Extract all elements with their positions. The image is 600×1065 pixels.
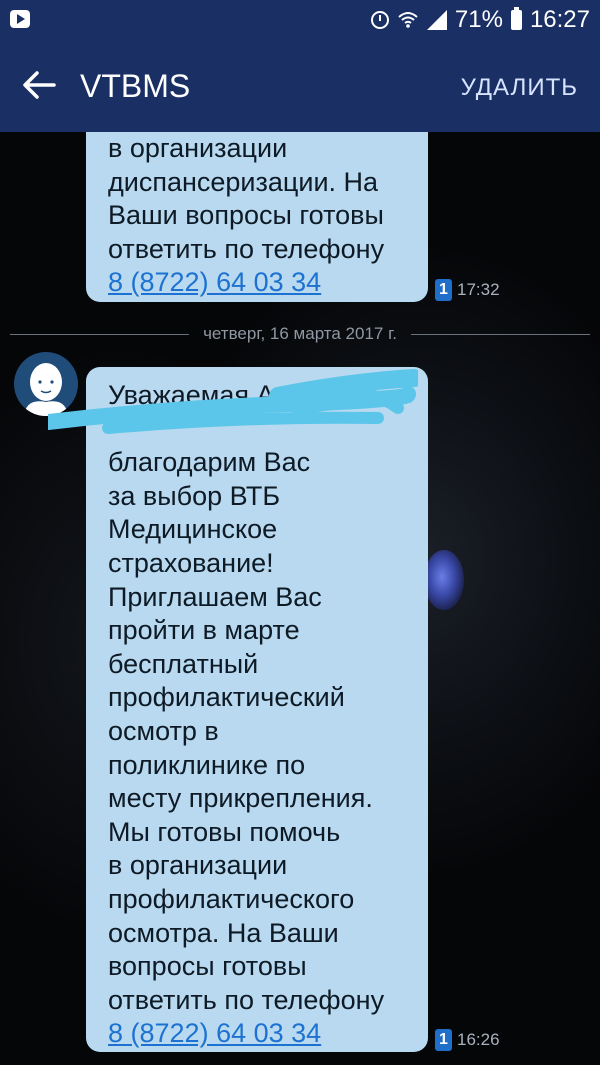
- message-line: осмотра. На Ваши: [108, 917, 339, 948]
- conversation-title: VTBMS: [80, 68, 191, 104]
- message-line: бесплатный: [108, 648, 259, 679]
- message-line: профилактический: [108, 682, 345, 713]
- phone-link[interactable]: 8 (8722) 64 03 34: [108, 1017, 412, 1051]
- message-meta: 1 16:26: [435, 1029, 500, 1051]
- message-line: профилактического: [108, 883, 355, 914]
- message-line: осмотр в: [108, 715, 219, 746]
- sim-badge: 1: [435, 279, 452, 301]
- message-bubble[interactable]: в организации диспансеризации. На Ваши в…: [86, 132, 428, 302]
- signal-icon: [426, 10, 447, 30]
- battery-icon: [510, 7, 522, 30]
- message-line: страхование!: [108, 547, 274, 578]
- message-line: благодарим Вас: [108, 447, 311, 478]
- alarm-icon: [370, 11, 389, 29]
- message-line: ответить по телефону: [108, 984, 385, 1015]
- message-line: пройти в марте: [108, 615, 300, 646]
- message-line: в организации: [108, 850, 288, 881]
- wifi-icon: [398, 12, 418, 28]
- message-line: поликлинике по: [108, 749, 306, 780]
- app-bar: VTBMS УДАЛИТЬ: [0, 40, 600, 132]
- phone-link[interactable]: 8 (8722) 64 03 34: [108, 266, 412, 300]
- sim-badge: 1: [435, 1029, 452, 1051]
- divider-rule: [10, 333, 190, 335]
- delete-button[interactable]: УДАЛИТЬ: [461, 74, 578, 102]
- message-bubble[interactable]: Уважаемая А благодарим Вас за выбор ВТБ …: [86, 367, 428, 1052]
- message-line: ответить по телефону: [108, 233, 385, 264]
- clock: 16:27: [529, 6, 590, 33]
- date-divider: четверг, 16 марта 2017 г.: [10, 322, 590, 346]
- message-time: 17:32: [457, 280, 500, 299]
- message-line: диспансеризации. На: [108, 166, 379, 197]
- message-line: за выбор ВТБ: [108, 480, 281, 511]
- redaction-scribble: [48, 369, 418, 434]
- divider-rule: [410, 333, 590, 335]
- message-line: Приглашаем Вас: [108, 581, 322, 612]
- message-line: вопросы готовы: [108, 951, 307, 982]
- message-line: в организации: [108, 133, 288, 163]
- status-bar: 71% 16:27: [0, 0, 600, 40]
- status-icons: 71% 16:27: [370, 6, 590, 34]
- app-icon: [10, 10, 30, 28]
- message-line: Медицинское: [108, 514, 278, 545]
- message-time: 16:26: [457, 1030, 500, 1049]
- message-line: Мы готовы помочь: [108, 816, 341, 847]
- message-line: месту прикрепления.: [108, 783, 373, 814]
- message-meta: 1 17:32: [435, 279, 500, 301]
- message-line: Ваши вопросы готовы: [108, 200, 384, 231]
- battery-percent: 71%: [454, 6, 503, 33]
- wallpaper-eye: [424, 550, 464, 610]
- date-label: четверг, 16 марта 2017 г.: [203, 324, 397, 343]
- back-arrow-icon[interactable]: [22, 70, 56, 100]
